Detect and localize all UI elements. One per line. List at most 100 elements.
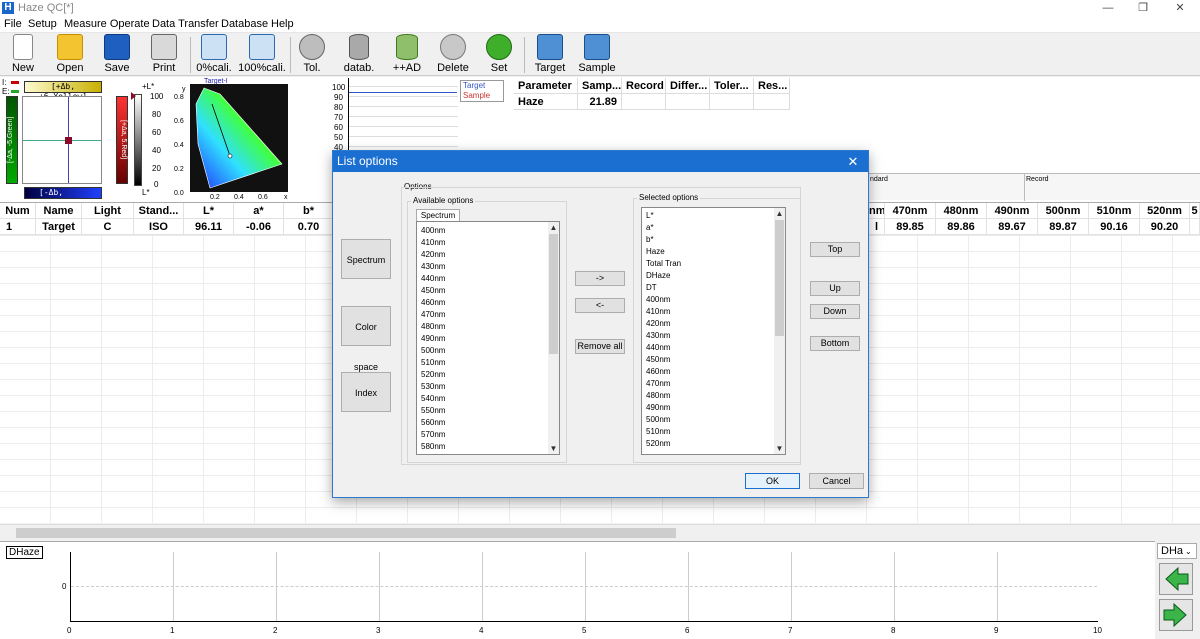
list-item[interactable]: 530nm (417, 381, 559, 393)
menu-help[interactable]: Help (271, 18, 294, 30)
column-header[interactable]: Light (82, 203, 134, 219)
column-header[interactable]: 500nm (1038, 203, 1089, 219)
scroll-thumb[interactable] (16, 528, 676, 538)
table-cell[interactable]: 89.85 (885, 219, 936, 235)
index-category-button[interactable]: Index (341, 372, 391, 412)
list-item[interactable]: 500nm (417, 345, 559, 357)
scroll-thumb[interactable] (549, 234, 558, 354)
column-header[interactable]: nm (869, 203, 885, 219)
menu-setup[interactable]: Setup (28, 18, 57, 30)
list-item[interactable]: DT (642, 282, 785, 294)
available-options-list[interactable]: 400nm 410nm 420nm 430nm 440nm 450nm 460n… (416, 221, 560, 455)
list-item[interactable]: 580nm (417, 441, 559, 453)
column-header[interactable]: 510nm (1089, 203, 1140, 219)
maximize-button[interactable]: ❐ (1127, 0, 1159, 16)
column-header[interactable]: 520nm (1140, 203, 1190, 219)
column-header[interactable]: 490nm (987, 203, 1038, 219)
menu-data-transfer[interactable]: Data Transfer (152, 18, 219, 30)
list-item[interactable]: 510nm (417, 357, 559, 369)
table-cell[interactable]: 90.20 (1140, 219, 1190, 235)
list-item[interactable]: 410nm (642, 306, 785, 318)
open-button[interactable]: Open (52, 34, 88, 75)
list-item[interactable]: 470nm (642, 378, 785, 390)
add-option-button[interactable]: -> (575, 271, 625, 286)
table-cell[interactable]: 1 (0, 219, 36, 235)
full-calibration-button[interactable]: 100%cali. (238, 34, 286, 75)
chevron-down-icon[interactable]: ▼ (548, 443, 559, 454)
available-scrollbar[interactable]: ▲ ▼ (548, 222, 559, 454)
list-item[interactable]: 460nm (642, 366, 785, 378)
table-cell[interactable]: 89.86 (936, 219, 987, 235)
list-item[interactable]: 420nm (642, 318, 785, 330)
list-item[interactable]: Total Tran (642, 258, 785, 270)
list-item[interactable]: 450nm (642, 354, 785, 366)
tolerance-button[interactable]: Tol. (296, 34, 328, 75)
column-header[interactable]: b* (284, 203, 334, 219)
list-item[interactable]: 450nm (417, 285, 559, 297)
list-item[interactable]: Haze (642, 246, 785, 258)
move-bottom-button[interactable]: Bottom (810, 336, 860, 351)
next-button[interactable] (1159, 599, 1193, 631)
color-space-category-button[interactable]: Color space (341, 306, 391, 372)
list-item[interactable]: 430nm (642, 330, 785, 342)
menu-measure-operate[interactable]: Measure Operate (64, 18, 150, 30)
list-item[interactable]: b* (642, 234, 785, 246)
list-item[interactable]: 500nm (642, 414, 785, 426)
menu-database[interactable]: Database (221, 18, 268, 30)
chevron-down-icon[interactable]: ▼ (774, 443, 785, 454)
chevron-up-icon[interactable]: ▲ (774, 208, 785, 219)
move-top-button[interactable]: Top (810, 242, 860, 257)
list-item[interactable]: 420nm (417, 249, 559, 261)
horizontal-scrollbar[interactable] (0, 524, 1200, 540)
column-header[interactable]: Stand... (134, 203, 184, 219)
print-button[interactable]: Print (148, 34, 180, 75)
list-item[interactable]: 470nm (417, 309, 559, 321)
sample-button[interactable]: Sample (578, 34, 616, 75)
list-item[interactable]: 520nm (642, 438, 785, 450)
column-header[interactable]: L* (184, 203, 234, 219)
column-header[interactable]: a* (234, 203, 284, 219)
list-item[interactable]: DHaze (642, 270, 785, 282)
list-item[interactable]: 400nm (417, 225, 559, 237)
new-button[interactable]: New (6, 34, 40, 75)
spectrum-category-button[interactable]: Spectrum (341, 239, 391, 279)
save-button[interactable]: Save (100, 34, 134, 75)
column-header[interactable]: Name (36, 203, 82, 219)
table-cell[interactable]: -0.06 (234, 219, 284, 235)
chart-parameter-select[interactable]: DHa ⌄ (1157, 543, 1197, 559)
scroll-thumb[interactable] (775, 220, 784, 336)
set-button[interactable]: Set (484, 34, 514, 75)
target-button[interactable]: Target (532, 34, 568, 75)
zero-calibration-button[interactable]: 0%cali. (196, 34, 232, 75)
tab-spectrum[interactable]: Spectrum (416, 209, 460, 221)
list-item[interactable]: 540nm (417, 393, 559, 405)
table-cell[interactable]: 0.70 (284, 219, 334, 235)
list-item[interactable]: a* (642, 222, 785, 234)
cancel-button[interactable]: Cancel (809, 473, 864, 489)
selected-options-list[interactable]: L* a* b* Haze Total Tran DHaze DT 400nm … (641, 207, 786, 455)
list-item[interactable]: 400nm (642, 294, 785, 306)
list-item[interactable]: 520nm (417, 369, 559, 381)
table-cell[interactable]: 96.11 (184, 219, 234, 235)
database-button[interactable]: datab. (342, 34, 376, 75)
previous-button[interactable] (1159, 563, 1193, 595)
move-down-button[interactable]: Down (810, 304, 860, 319)
list-item[interactable]: 460nm (417, 297, 559, 309)
move-up-button[interactable]: Up (810, 281, 860, 296)
selected-scrollbar[interactable]: ▲ ▼ (774, 208, 785, 454)
close-window-button[interactable]: ✕ (1164, 0, 1196, 16)
list-item[interactable]: 440nm (642, 342, 785, 354)
list-item[interactable]: 410nm (417, 237, 559, 249)
column-header[interactable]: 5 (1190, 203, 1200, 219)
table-cell[interactable]: 89.87 (1038, 219, 1089, 235)
column-header[interactable]: Num (0, 203, 36, 219)
list-item[interactable]: 490nm (642, 402, 785, 414)
add-database-button[interactable]: ++AD (390, 34, 424, 75)
chevron-up-icon[interactable]: ▲ (548, 222, 559, 233)
column-header[interactable]: 480nm (936, 203, 987, 219)
list-item[interactable]: 510nm (642, 426, 785, 438)
ok-button[interactable]: OK (745, 473, 800, 489)
table-cell[interactable]: 90.16 (1089, 219, 1140, 235)
list-item[interactable]: 480nm (642, 390, 785, 402)
list-item[interactable]: L* (642, 210, 785, 222)
